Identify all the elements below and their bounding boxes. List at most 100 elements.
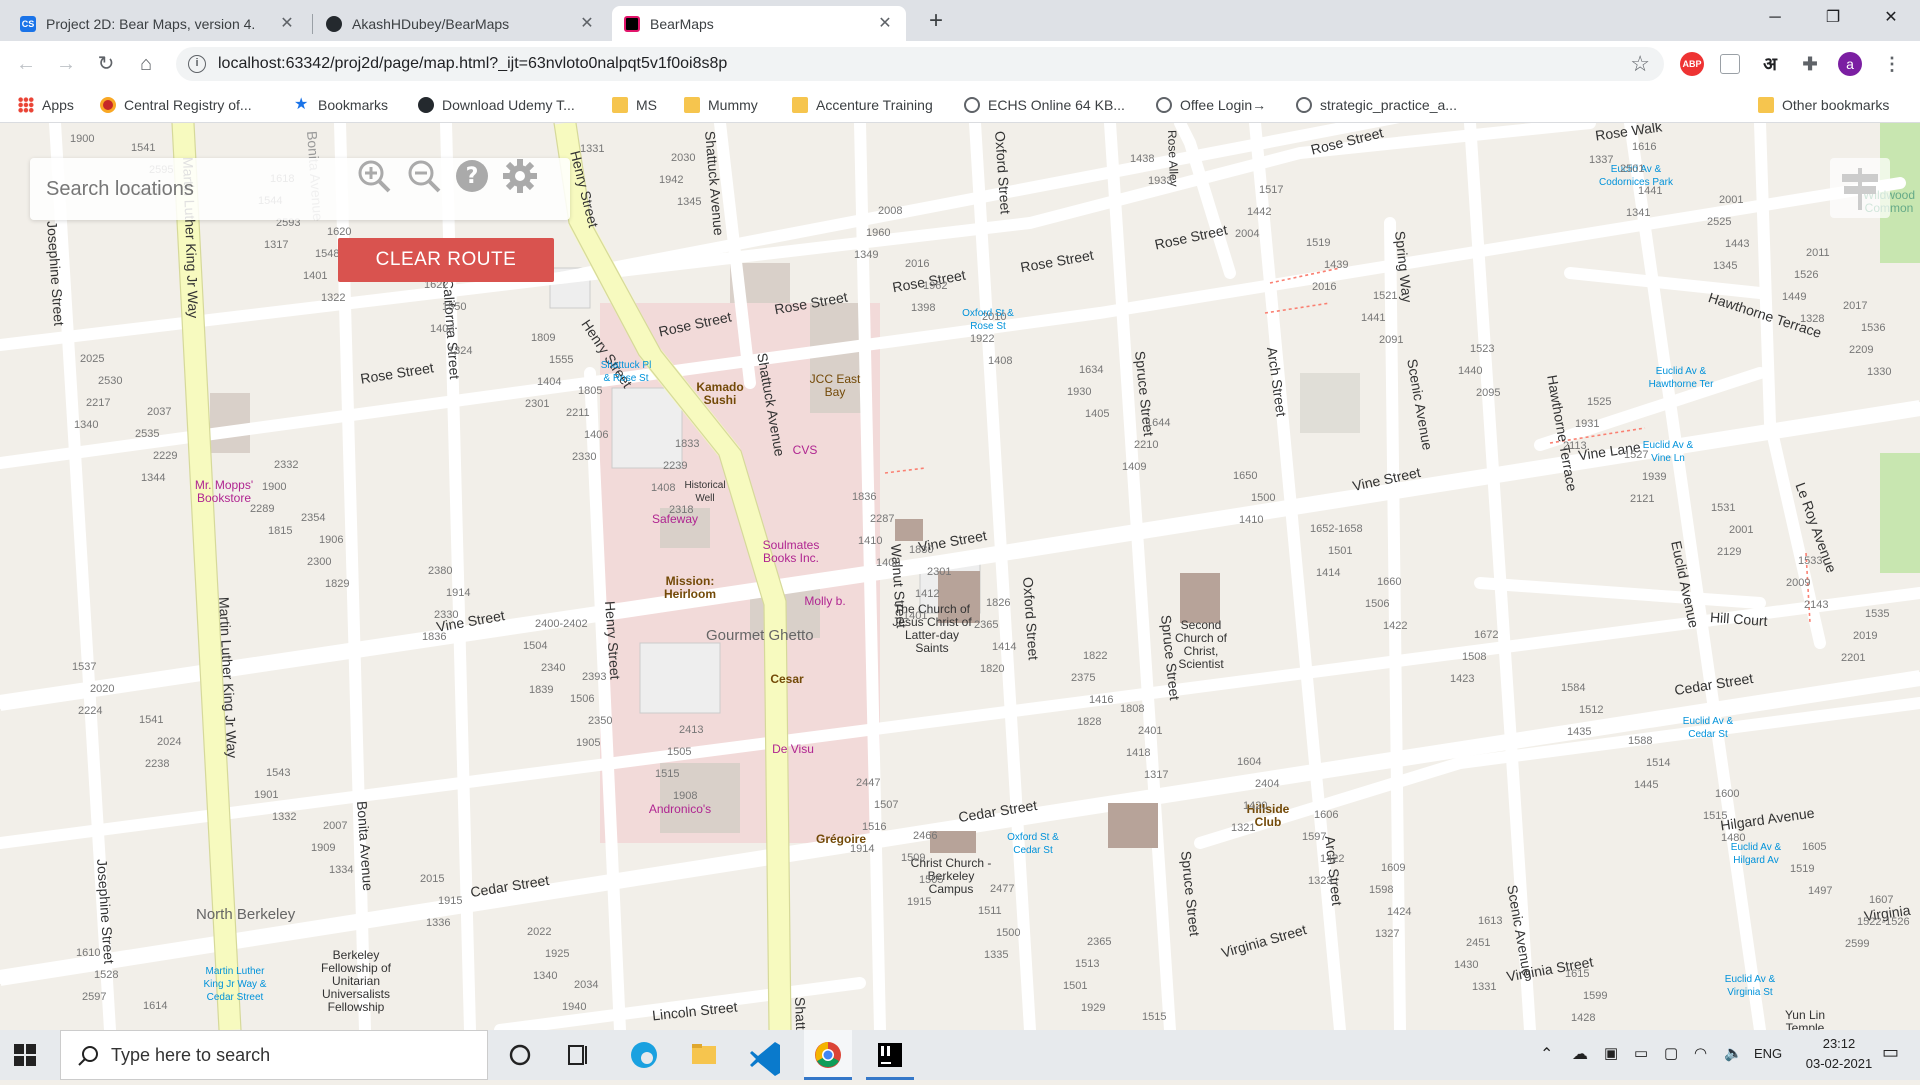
- chrome-icon[interactable]: [804, 1030, 852, 1080]
- back-button[interactable]: ←: [12, 50, 40, 78]
- house-number: 1340: [533, 970, 558, 982]
- volume-icon[interactable]: 🔈: [1724, 1044, 1743, 1062]
- intellij-icon[interactable]: [866, 1030, 914, 1080]
- menu-icon[interactable]: ⋮: [1880, 52, 1904, 76]
- forward-button[interactable]: →: [52, 50, 80, 78]
- new-tab-button[interactable]: +: [922, 8, 950, 36]
- house-number: 1652-1658: [1310, 523, 1363, 535]
- edge-icon[interactable]: [620, 1030, 668, 1080]
- house-number: 2030: [671, 152, 696, 164]
- zoom-in-icon[interactable]: [356, 158, 392, 194]
- monitor-icon[interactable]: ▢: [1664, 1044, 1678, 1062]
- vscode-icon[interactable]: [742, 1030, 790, 1080]
- minimize-button[interactable]: ─: [1752, 0, 1798, 36]
- tab-project-2d[interactable]: CS Project 2D: Bear Maps, version 4. ✕: [8, 6, 308, 41]
- wifi-icon[interactable]: ◠: [1694, 1044, 1707, 1062]
- bookmark-apps[interactable]: Apps: [18, 94, 74, 116]
- cloud-icon[interactable]: ☁: [1572, 1044, 1588, 1064]
- notification-icon[interactable]: ▭: [1882, 1042, 1899, 1063]
- bookmark-central-registry[interactable]: Central Registry of...: [100, 94, 252, 116]
- layers-icon[interactable]: [1830, 158, 1890, 218]
- poi-soulmates[interactable]: Soulmates Books Inc.: [756, 539, 826, 565]
- map-view[interactable]: Henry Street Henry Street Henry Street R…: [0, 123, 1920, 1030]
- bookmark-ms[interactable]: MS: [612, 94, 657, 116]
- poi-de-visu[interactable]: De Visu: [768, 743, 818, 756]
- house-number: 2017: [1843, 300, 1868, 312]
- star-icon[interactable]: ☆: [1630, 51, 1650, 77]
- house-number: 2024: [157, 736, 182, 748]
- close-icon[interactable]: ✕: [876, 15, 894, 33]
- poi-andronicos[interactable]: Andronico's: [640, 803, 720, 816]
- house-number: 2019: [1853, 630, 1878, 642]
- maximize-button[interactable]: ❐: [1810, 0, 1856, 36]
- bookmark-strategic[interactable]: strategic_practice_a...: [1296, 94, 1457, 116]
- extension-box-icon[interactable]: [1720, 54, 1740, 74]
- language-indicator[interactable]: ENG: [1754, 1046, 1782, 1061]
- poi-yun-lin-temple[interactable]: Yun Lin Temple: [1780, 1009, 1830, 1031]
- settings-gear-icon[interactable]: [502, 158, 538, 194]
- bus-stop-euclid-cedar[interactable]: Euclid Av & Cedar St: [1678, 715, 1738, 741]
- house-number: 1449: [1782, 291, 1807, 303]
- reload-button[interactable]: ↻: [92, 50, 120, 78]
- address-bar[interactable]: i localhost:63342/proj2d/page/map.html?_…: [176, 47, 1664, 81]
- taskbar-search-box[interactable]: Type here to search: [60, 1030, 488, 1080]
- home-button[interactable]: ⌂: [132, 50, 160, 78]
- house-number: 1672: [1474, 629, 1499, 641]
- bus-stop-oxford-cedar[interactable]: Oxford St & Cedar St: [1003, 831, 1063, 857]
- bus-stop-shattuck-rose[interactable]: Shattuck Pl & Rose St: [596, 359, 656, 385]
- profile-avatar[interactable]: a: [1838, 52, 1862, 76]
- folder-icon: [1758, 97, 1774, 113]
- language-extension-icon[interactable]: अ: [1758, 52, 1782, 76]
- bookmark-offee[interactable]: Offee Login→: [1156, 94, 1266, 116]
- window-close-button[interactable]: ✕: [1868, 0, 1914, 36]
- poi-cesar[interactable]: Cesar: [762, 673, 812, 686]
- cortana-icon[interactable]: [496, 1030, 544, 1080]
- help-icon[interactable]: ?: [454, 158, 490, 194]
- tab-bearmaps[interactable]: BearMaps ✕: [612, 6, 906, 41]
- clear-route-button[interactable]: CLEAR ROUTE: [338, 238, 554, 282]
- house-number: 1341: [1626, 207, 1651, 219]
- house-number: 1620: [327, 226, 352, 238]
- file-explorer-icon[interactable]: [680, 1030, 728, 1080]
- close-icon[interactable]: ✕: [578, 15, 596, 33]
- poi-jcc-east-bay[interactable]: JCC East Bay: [805, 373, 865, 399]
- app-tray-icon[interactable]: ▣: [1604, 1044, 1618, 1062]
- search-input[interactable]: [46, 172, 346, 206]
- poi-molly-b[interactable]: Molly b.: [800, 595, 850, 608]
- adblock-icon[interactable]: ABP: [1680, 52, 1704, 76]
- house-number: 2007: [323, 820, 348, 832]
- windows-start-icon[interactable]: [14, 1044, 36, 1066]
- clock-time[interactable]: 23:12: [1804, 1036, 1874, 1051]
- poi-unitarian-fellowship[interactable]: Berkeley Fellowship of Unitarian Univers…: [310, 949, 402, 1014]
- zoom-out-icon[interactable]: [406, 158, 442, 194]
- info-icon[interactable]: i: [188, 55, 206, 73]
- chevron-up-icon[interactable]: ⌃: [1540, 1044, 1553, 1064]
- bus-stop-mlk-cedar[interactable]: Martin Luther King Jr Way & Cedar Street: [198, 965, 272, 1004]
- house-number: 2350: [588, 715, 613, 727]
- poi-mr-mopps[interactable]: Mr. Mopps' Bookstore: [186, 479, 262, 505]
- bookmark-mummy[interactable]: Mummy: [684, 94, 758, 116]
- task-view-icon[interactable]: [554, 1030, 602, 1080]
- poi-mission-heirloom[interactable]: Mission: Heirloom: [655, 575, 725, 601]
- tab-github[interactable]: AkashHDubey/BearMaps ✕: [314, 6, 608, 41]
- clock-date[interactable]: 03-02-2021: [1796, 1056, 1882, 1071]
- close-icon[interactable]: ✕: [278, 15, 296, 33]
- poi-kamado-sushi[interactable]: Kamado Sushi: [690, 381, 750, 407]
- bookmark-accenture[interactable]: Accenture Training: [792, 94, 933, 116]
- battery-icon[interactable]: ▭: [1634, 1044, 1648, 1062]
- bookmark-echs[interactable]: ECHS Online 64 KB...: [964, 94, 1125, 116]
- poi-historical-well[interactable]: Historical Well: [680, 479, 730, 505]
- bookmark-bookmarks[interactable]: ★ Bookmarks: [294, 94, 388, 116]
- browser-toolbar: ← → ↻ ⌂ i localhost:63342/proj2d/page/ma…: [0, 41, 1920, 87]
- bus-stop-euclid-hawthorne[interactable]: Euclid Av & Hawthorne Ter: [1646, 365, 1716, 391]
- house-number: 1922: [970, 333, 995, 345]
- bus-stop-euclid-hilgard[interactable]: Euclid Av & Hilgard Av: [1726, 841, 1786, 867]
- bookmark-udemy[interactable]: Download Udemy T...: [418, 94, 575, 116]
- puzzle-icon[interactable]: ✚: [1798, 52, 1822, 76]
- house-number: 1521: [1373, 290, 1398, 302]
- house-number: 1509: [901, 852, 926, 864]
- poi-second-church[interactable]: Second Church of Christ, Scientist: [1168, 619, 1234, 671]
- bus-stop-euclid-virginia[interactable]: Euclid Av & Virginia St: [1720, 973, 1780, 999]
- poi-cvs[interactable]: CVS: [785, 444, 825, 457]
- bookmark-other[interactable]: Other bookmarks: [1758, 94, 1889, 116]
